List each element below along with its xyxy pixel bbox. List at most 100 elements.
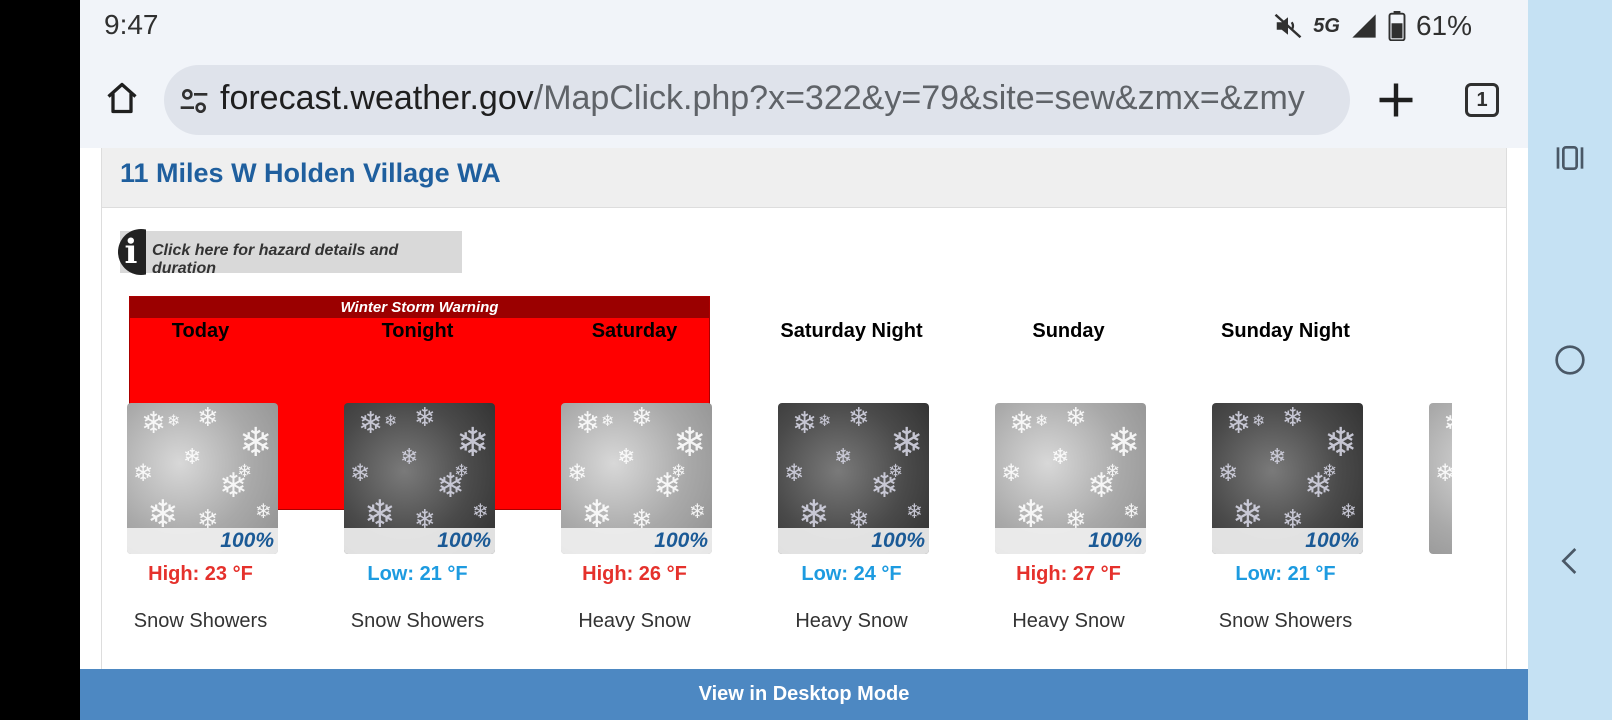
- period-name: Tonight: [381, 320, 454, 342]
- precip-chance: 100%: [995, 528, 1146, 554]
- snowflake-icon: ❄: [1324, 420, 1358, 466]
- snowflake-icon: ❄: [1322, 461, 1338, 482]
- signal-icon: [1352, 14, 1376, 38]
- snowflake-icon: ❄: [384, 411, 398, 430]
- snow-weather-icon[interactable]: ❄ ❄ ❄ ❄ ❄ ❄ ❄ ❄ ❄ ❄ ❄ 100%: [778, 403, 929, 554]
- status-bar: 9:47 5G 61%: [80, 0, 1528, 52]
- site-info-icon[interactable]: [178, 85, 210, 117]
- mute-icon: [1274, 13, 1302, 39]
- url-path: /MapClick.php?x=322&y=79&site=sew&zmx=&z…: [533, 79, 1305, 117]
- period-name: Saturday Night: [780, 320, 923, 342]
- home-icon: [107, 82, 137, 114]
- snowflake-icon: ❄: [167, 411, 181, 430]
- snowflake-icon: ❄: [1218, 459, 1239, 487]
- new-tab-icon[interactable]: [1374, 78, 1418, 122]
- battery-percent: 61%: [1415, 10, 1472, 41]
- snowflake-icon: ❄: [456, 420, 490, 466]
- status-time: 9:47: [104, 9, 159, 40]
- period-name: Mo: [1394, 320, 1452, 346]
- forecast-period[interactable]: Today ❄ ❄ ❄ ❄ ❄ ❄ ❄ ❄ ❄ ❄ ❄ 100% High: 23 °F Snow Show…: [102, 320, 309, 632]
- forecast-period[interactable]: Saturday ❄ ❄ ❄ ❄ ❄ ❄ ❄ ❄ ❄ ❄ ❄ 100% High: 26 °F Heavy …: [526, 320, 743, 632]
- snowflake-icon: ❄: [1226, 406, 1252, 441]
- period-name: Today: [171, 320, 230, 342]
- snowflake-icon: ❄: [784, 459, 805, 487]
- snowflake-icon: ❄: [689, 499, 706, 523]
- snowflake-icon: ❄: [1035, 411, 1049, 430]
- snowflake-icon: ❄: [1449, 495, 1452, 533]
- snowflake-icon: ❄: [358, 406, 384, 441]
- snowflake-icon: ❄: [906, 499, 923, 523]
- snowflake-icon: ❄: [1252, 411, 1266, 430]
- tab-switcher-icon[interactable]: 1: [1465, 83, 1499, 117]
- snowflake-icon: ❄: [133, 459, 154, 487]
- snowflake-icon: ❄: [792, 406, 818, 441]
- snowflake-icon: ❄: [1340, 499, 1357, 523]
- snowflake-icon: ❄: [414, 403, 436, 433]
- period-short-description: Heavy Snow: [1012, 610, 1125, 632]
- period-name: Saturday: [591, 320, 678, 342]
- snowflake-icon: ❄: [617, 445, 636, 470]
- snowflake-icon: ❄: [575, 406, 601, 441]
- forecast-period[interactable]: Tonight ❄ ❄ ❄ ❄ ❄ ❄ ❄ ❄ ❄ ❄ ❄ 100% Low: 21 °F Snow Sho…: [309, 320, 526, 632]
- precip-chance: 100%: [1212, 528, 1363, 554]
- snow-weather-icon[interactable]: ❄ ❄ ❄ ❄ ❄ ❄ ❄ ❄ ❄ ❄ ❄ 100%: [561, 403, 712, 554]
- home-button[interactable]: [100, 76, 144, 120]
- snowflake-icon: ❄: [567, 459, 588, 487]
- snowflake-icon: ❄: [671, 461, 687, 482]
- 5g-icon: 5G: [1313, 14, 1340, 37]
- home-circle-icon: [1555, 345, 1585, 375]
- forecast-periods: Today ❄ ❄ ❄ ❄ ❄ ❄ ❄ ❄ ❄ ❄ ❄ 100% High: 23 °F Snow Show…: [102, 148, 1452, 720]
- web-page: 11 Miles W Holden Village WA i Click her…: [80, 148, 1528, 720]
- snowflake-icon: ❄: [1065, 403, 1087, 433]
- snow-weather-icon[interactable]: ❄ ❄ ❄ ❄ ❄ ❄ ❄ ❄ ❄ ❄ ❄ 100%: [995, 403, 1146, 554]
- navigation-bar: [1528, 0, 1612, 720]
- snowflake-icon: ❄: [239, 420, 273, 466]
- snowflake-icon: ❄: [1105, 461, 1121, 482]
- snow-weather-icon[interactable]: ❄ ❄ ❄ ❄ ❄ ❄ ❄ ❄ ❄ ❄ ❄ 100%: [1212, 403, 1363, 554]
- period-temperature: High: [1394, 563, 1452, 586]
- url-domain: forecast.weather.gov: [220, 79, 534, 117]
- snowflake-icon: ❄: [237, 461, 253, 482]
- home-nav-button[interactable]: [1528, 330, 1612, 390]
- forecast-panel: 11 Miles W Holden Village WA i Click her…: [101, 148, 1507, 720]
- period-short-description: Heavy Snow: [795, 610, 908, 632]
- forecast-period[interactable]: Sunday Night ❄ ❄ ❄ ❄ ❄ ❄ ❄ ❄ ❄ ❄ ❄ 100% Low: 21 °F Sno…: [1177, 320, 1394, 632]
- snowflake-icon: ❄: [1001, 459, 1022, 487]
- period-short-description: Heavy Snow: [578, 610, 691, 632]
- back-icon: [1561, 548, 1577, 574]
- snowflake-icon: ❄: [1443, 409, 1452, 439]
- status-icons: 5G 61%: [1273, 8, 1472, 44]
- address-bar[interactable]: forecast.weather.gov/MapClick.php?x=322&…: [164, 65, 1350, 135]
- snow-weather-icon[interactable]: ❄ ❄ ❄ ❄ ❄ ❄ ❄ ❄ ❄ ❄ ❄ 100%: [127, 403, 278, 554]
- period-temperature: Low: 24 °F: [801, 563, 902, 585]
- snowflake-icon: ❄: [673, 420, 707, 466]
- period-temperature: Low: 21 °F: [367, 563, 468, 585]
- precip-chance: 100%: [561, 528, 712, 554]
- phone-screen: 9:47 5G 61% forecast.weather.gov/MapClic…: [80, 0, 1528, 720]
- period-name: Sunday: [1032, 320, 1105, 342]
- period-name: Sunday Night: [1221, 320, 1350, 342]
- forecast-period[interactable]: Mo❄❄❄❄❄❄❄❄❄❄❄HighSnow: [1394, 320, 1452, 554]
- snowflake-icon: ❄: [601, 411, 615, 430]
- precip-chance: 100%: [344, 528, 495, 554]
- snowflake-icon: ❄: [1268, 445, 1287, 470]
- snow-weather-icon[interactable]: ❄ ❄ ❄ ❄ ❄ ❄ ❄ ❄ ❄ ❄ ❄ 100%: [344, 403, 495, 554]
- snowflake-icon: ❄: [631, 403, 653, 433]
- battery-icon: [1388, 11, 1406, 41]
- precip-chance: 100%: [127, 528, 278, 554]
- snowflake-icon: ❄: [1435, 459, 1452, 487]
- back-button[interactable]: [1528, 531, 1612, 591]
- forecast-period[interactable]: Sunday ❄ ❄ ❄ ❄ ❄ ❄ ❄ ❄ ❄ ❄ ❄ 100% High: 27 °F Heavy Sn…: [960, 320, 1177, 632]
- forecast-period[interactable]: Saturday Night ❄ ❄ ❄ ❄ ❄ ❄ ❄ ❄ ❄ ❄ ❄ 100% Low: 24 °F H…: [743, 320, 960, 632]
- desktop-mode-button[interactable]: View in Desktop Mode: [80, 669, 1528, 720]
- recents-button[interactable]: [1528, 128, 1612, 188]
- snowflake-icon: ❄: [197, 403, 219, 433]
- snow-weather-icon[interactable]: ❄❄❄❄❄❄❄❄❄❄❄: [1429, 403, 1452, 554]
- browser-toolbar: forecast.weather.gov/MapClick.php?x=322&…: [80, 52, 1528, 148]
- url-text[interactable]: forecast.weather.gov/MapClick.php?x=322&…: [220, 79, 1330, 118]
- snowflake-icon: ❄: [1051, 445, 1070, 470]
- snowflake-icon: ❄: [183, 445, 202, 470]
- precip-chance: 100%: [778, 528, 929, 554]
- period-temperature: High: 23 °F: [148, 563, 253, 585]
- snowflake-icon: ❄: [350, 459, 371, 487]
